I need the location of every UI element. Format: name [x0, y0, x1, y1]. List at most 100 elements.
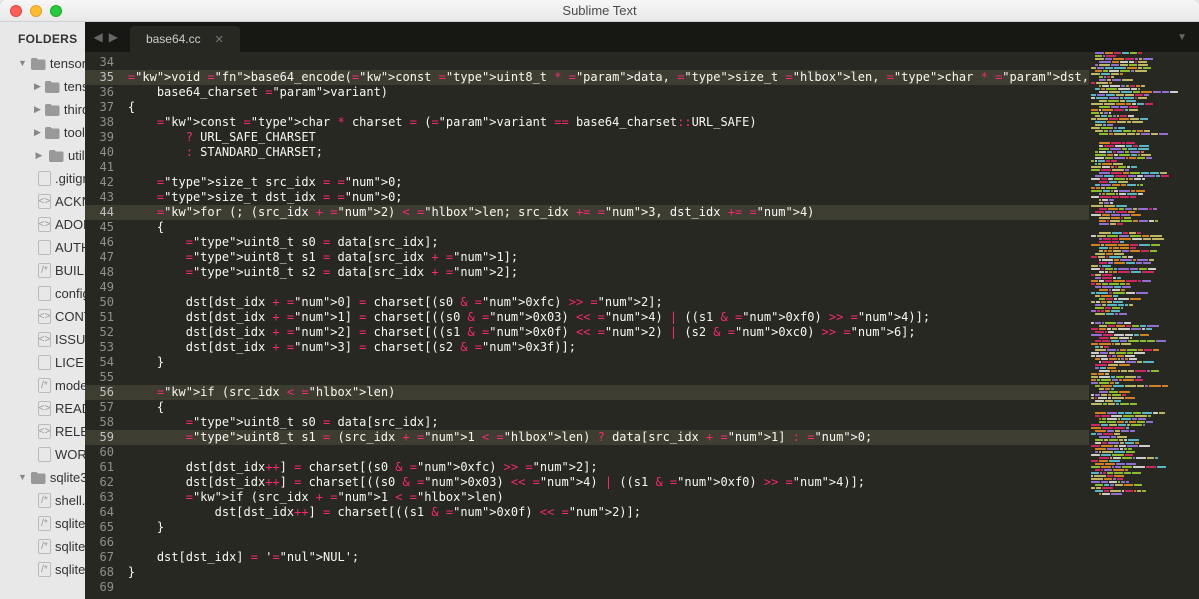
file-icon [38, 172, 51, 186]
tab-active[interactable]: base64.cc ✕ [130, 26, 240, 52]
file-icon: /* [38, 517, 51, 531]
folder-icon [45, 126, 60, 140]
tree-item[interactable]: LICENSE [0, 351, 85, 374]
disclosure-arrow-icon[interactable]: ▼ [18, 54, 27, 73]
titlebar: Sublime Text [0, 0, 1199, 22]
folder-icon [45, 80, 60, 94]
file-icon: /* [38, 540, 51, 554]
tree-label: WORKSPACE [55, 445, 85, 464]
file-icon: /* [38, 494, 51, 508]
tree-item[interactable]: ▶ third_party [0, 98, 85, 121]
tree-label: models.BUILD [55, 376, 85, 395]
tab-overflow-icon[interactable]: ▼ [1177, 22, 1199, 52]
code-area[interactable]: ="kw">void ="fn">base64_encode(="kw">con… [122, 52, 1089, 599]
window-title: Sublime Text [562, 3, 636, 18]
tree-label: sqlite3.c [55, 514, 85, 533]
tree-item[interactable]: ▶ tools [0, 121, 85, 144]
close-window-button[interactable] [10, 5, 22, 17]
file-icon: /* [38, 379, 51, 393]
tree-item[interactable]: <> CONTRIBUTING.md [0, 305, 85, 328]
tree-root[interactable]: ▼ tensorflow [0, 52, 85, 75]
tree-item[interactable]: /* models.BUILD [0, 374, 85, 397]
tree-item[interactable]: <> README.md [0, 397, 85, 420]
file-icon: <> [38, 195, 51, 209]
file-icon: <> [38, 218, 51, 232]
tab-close-icon[interactable]: ✕ [215, 33, 224, 46]
tree-label: BUILD [55, 261, 85, 280]
tab-label: base64.cc [146, 32, 201, 46]
disclosure-arrow-icon[interactable]: ▶ [34, 146, 44, 165]
file-icon: <> [38, 425, 51, 439]
folder-icon [48, 149, 64, 163]
tree-item[interactable]: ▶ tensorflow [0, 75, 85, 98]
tree-item[interactable]: ▶ util [0, 144, 85, 167]
file-icon [38, 448, 51, 462]
file-icon [38, 287, 51, 301]
folder-icon [31, 471, 46, 485]
traffic-lights [0, 5, 62, 17]
tree-label: .gitignore [55, 169, 85, 188]
tree-item[interactable]: WORKSPACE [0, 443, 85, 466]
tree-label: RELEASE.md [55, 422, 85, 441]
sidebar-header: FOLDERS [0, 28, 85, 52]
tab-nav-arrows: ◀ ▶ [85, 22, 125, 52]
tree-item[interactable]: configure [0, 282, 85, 305]
tree-item[interactable]: <> ACKNOWLEDGMENTS [0, 190, 85, 213]
file-icon: <> [38, 333, 51, 347]
tree-label: ADOPTERS.md [55, 215, 85, 234]
disclosure-arrow-icon[interactable]: ▶ [34, 123, 41, 142]
tree-label: LICENSE [55, 353, 85, 372]
tree-label: sqlite3.h [55, 537, 85, 556]
disclosure-arrow-icon[interactable]: ▶ [34, 100, 41, 119]
file-icon: <> [38, 310, 51, 324]
folder-icon [31, 57, 46, 71]
tree-item[interactable]: <> ADOPTERS.md [0, 213, 85, 236]
tree-label: tools [64, 123, 86, 142]
tree-item[interactable]: /* sqlite3.h [0, 535, 85, 558]
tree-label: tensorflow [50, 54, 86, 73]
minimap[interactable] [1089, 52, 1199, 599]
tree-label: ACKNOWLEDGMENTS [55, 192, 85, 211]
nav-forward-icon[interactable]: ▶ [109, 30, 118, 44]
tree-item[interactable]: /* sqlite3.c [0, 512, 85, 535]
tree-item[interactable]: .gitignore [0, 167, 85, 190]
nav-back-icon[interactable]: ◀ [93, 30, 102, 44]
tree-label: sqlite3 [50, 468, 86, 487]
disclosure-arrow-icon[interactable]: ▶ [34, 77, 41, 96]
tree-root[interactable]: ▼ sqlite3 [0, 466, 85, 489]
editor-body: 3435363738394041424344454647484950515253… [85, 52, 1199, 599]
window: Sublime Text FOLDERS ▼ tensorflow ▶ tensorf… [0, 0, 1199, 599]
file-icon [38, 356, 51, 370]
file-icon: /* [38, 264, 51, 278]
tree-item[interactable]: /* sqlite3ext.h [0, 558, 85, 581]
file-icon: /* [38, 563, 51, 577]
file-icon [38, 241, 51, 255]
tree-label: tensorflow [64, 77, 86, 96]
sidebar[interactable]: FOLDERS ▼ tensorflow ▶ tensorflow ▶ third_par… [0, 22, 85, 599]
tree-label: sqlite3ext.h [55, 560, 85, 579]
tree-item[interactable]: AUTHORS [0, 236, 85, 259]
folder-icon [45, 103, 60, 117]
minimap-content [1091, 52, 1197, 502]
editor-area: ◀ ▶ base64.cc ✕ ▼ 3435363738394041424344… [85, 22, 1199, 599]
zoom-window-button[interactable] [50, 5, 62, 17]
tree-item[interactable]: /* shell.c [0, 489, 85, 512]
tab-bar: ◀ ▶ base64.cc ✕ ▼ [85, 22, 1199, 52]
tree-label: AUTHORS [55, 238, 85, 257]
file-icon: <> [38, 402, 51, 416]
tree-label: README.md [55, 399, 85, 418]
tree-item[interactable]: /* BUILD [0, 259, 85, 282]
tree-item[interactable]: <> RELEASE.md [0, 420, 85, 443]
folder-tree: ▼ tensorflow ▶ tensorflow ▶ third_party ▶ tools… [0, 52, 85, 581]
main: FOLDERS ▼ tensorflow ▶ tensorflow ▶ third_par… [0, 22, 1199, 599]
tree-label: CONTRIBUTING.md [55, 307, 85, 326]
line-number-gutter: 3435363738394041424344454647484950515253… [85, 52, 121, 599]
tree-label: third_party [64, 100, 86, 119]
tree-label: ISSUE_TEMPLATE.md [55, 330, 85, 349]
disclosure-arrow-icon[interactable]: ▼ [18, 468, 27, 487]
tree-label: util [68, 146, 85, 165]
tree-item[interactable]: <> ISSUE_TEMPLATE.md [0, 328, 85, 351]
minimize-window-button[interactable] [30, 5, 42, 17]
tree-label: shell.c [55, 491, 85, 510]
tree-label: configure [55, 284, 85, 303]
